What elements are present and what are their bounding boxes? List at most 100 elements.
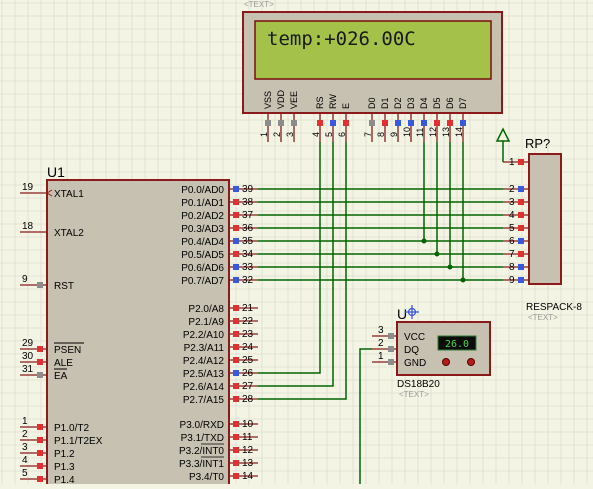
mcu-right-pins: 39 P0.0/AD0 38 P0.1/AD1 37 P0.2/AD2 36 P0.3/AD3… xyxy=(179,184,258,483)
mcu-pin-state xyxy=(37,476,43,482)
wire-lcd-rw xyxy=(258,142,334,387)
mcu-pin-number: 10 xyxy=(242,419,254,430)
lcd-pin-number: 9 xyxy=(389,132,399,137)
mcu-pin-name: EA xyxy=(54,371,68,382)
lcd-pin-state xyxy=(291,120,297,126)
mcu-pin-state xyxy=(37,346,43,352)
junction-dot xyxy=(447,264,453,270)
mcu-pin-number: 23 xyxy=(242,329,254,340)
mcu-pin-number: 19 xyxy=(22,182,34,193)
sensor-pin-number: 1 xyxy=(378,351,384,362)
wire-lcd-rs xyxy=(258,142,321,374)
mcu-pin-state xyxy=(233,225,239,231)
mcu-pin-name: P2.3/A11 xyxy=(184,343,225,354)
mcu-pin-name: P0.0/AD0 xyxy=(181,185,224,196)
mcu-pin-state xyxy=(233,186,239,192)
respack-pin-number: 7 xyxy=(509,249,515,260)
sensor-increase-button[interactable] xyxy=(467,358,475,366)
lcd-pin-number: 4 xyxy=(311,132,321,137)
mcu-pin-name: P3.4/T0 xyxy=(189,472,224,483)
mcu-pin-state xyxy=(37,424,43,430)
schematic-canvas[interactable]: <TEXT> temp:+026.00C VSS 1 VDD 2 VEE 3 RS 4 RW 5 E… xyxy=(0,0,593,489)
mcu-pin-state xyxy=(233,305,239,311)
lcd-pin-state xyxy=(382,120,388,126)
schematic-svg[interactable]: <TEXT> temp:+026.00C VSS 1 VDD 2 VEE 3 RS 4 RW 5 E… xyxy=(0,0,593,489)
respack-pin-state xyxy=(518,199,524,205)
mcu-pin-name: P0.6/AD6 xyxy=(181,263,224,274)
respack-pin-number: 3 xyxy=(509,197,515,208)
mcu-pin-name: P2.2/A10 xyxy=(183,330,225,341)
mcu-pin-name: XTAL1 xyxy=(54,189,84,200)
sensor-pin-state xyxy=(388,346,394,352)
mcu-pin-name: P1.3 xyxy=(54,462,75,473)
power-arrow-icon xyxy=(495,127,511,142)
lcd-pin-state xyxy=(460,120,466,126)
junction-dot xyxy=(434,251,440,257)
respack[interactable]: RP? 1 2 3 4 5 6 7 8 9 RESPACK-8 <TEXT> xyxy=(503,136,582,322)
mcu-pin-state xyxy=(233,251,239,257)
respack-pin-number: 1 xyxy=(509,157,515,168)
respack-body xyxy=(528,153,562,285)
mcu-pin-name: P2.1/A9 xyxy=(188,317,224,328)
mcu-pin-state xyxy=(233,212,239,218)
lcd-pin-name: D7 xyxy=(458,97,468,109)
mcu-8051[interactable]: U1 19 XTAL1 18 XTAL2 9 RST 29 PSEN 30 ALE 31 EA 1 P1.… xyxy=(20,164,258,489)
mcu-pin-number: 39 xyxy=(242,184,254,195)
respack-pin-number: 4 xyxy=(509,210,515,221)
mcu-pin-number: 3 xyxy=(22,442,28,453)
respack-pin-state xyxy=(518,251,524,257)
mcu-pin-state xyxy=(233,421,239,427)
sensor-pin-number: 2 xyxy=(378,338,384,349)
sensor-decrease-button[interactable] xyxy=(442,358,450,366)
mcu-pin-number: 29 xyxy=(22,338,34,349)
mcu-pin-state xyxy=(233,357,239,363)
mcu-pin-number: 26 xyxy=(242,368,254,379)
mcu-pin-name: PSEN xyxy=(54,345,81,356)
respack-pin-number: 6 xyxy=(509,236,515,247)
sensor-pin-name: VCC xyxy=(404,332,425,343)
junction-dot xyxy=(460,277,466,283)
mcu-pin-number: 25 xyxy=(242,355,254,366)
lcd-pin-state xyxy=(330,120,336,126)
mcu-pin-state xyxy=(37,463,43,469)
mcu-pin-state xyxy=(233,383,239,389)
lcd-pin-number: 1 xyxy=(259,132,269,137)
mcu-pin-state xyxy=(233,447,239,453)
mcu-pin-name: P2.0/A8 xyxy=(188,304,224,315)
mcu-pin-name: RST xyxy=(54,281,74,292)
junction-dot xyxy=(421,238,427,244)
mcu-pin-number: 21 xyxy=(242,303,254,314)
mcu-pin-number: 24 xyxy=(242,342,254,353)
lcd-pin-state xyxy=(343,120,349,126)
lcd-pin-state xyxy=(317,120,323,126)
lcd-module[interactable]: <TEXT> temp:+026.00C VSS 1 VDD 2 VEE 3 RS 4 RW 5 E… xyxy=(242,0,503,142)
mcu-pin-state xyxy=(233,264,239,270)
mcu-pin-number: 13 xyxy=(242,458,254,469)
mcu-pin-state xyxy=(37,282,43,288)
mcu-pin-number: 34 xyxy=(242,249,254,260)
lcd-pin-number: 13 xyxy=(441,127,451,137)
mcu-pin-number: 14 xyxy=(242,471,254,482)
sensor-pin-name: GND xyxy=(404,358,426,369)
lcd-pin-name: D1 xyxy=(380,97,390,109)
mcu-pin-state xyxy=(233,344,239,350)
mcu-pin-number: 4 xyxy=(22,455,28,466)
lcd-pin-name: RS xyxy=(315,96,325,109)
mcu-pin-name: P0.3/AD3 xyxy=(181,224,224,235)
respack-pin-state xyxy=(518,277,524,283)
respack-pin-number: 2 xyxy=(509,184,515,195)
mcu-pin-name: P0.7/AD7 xyxy=(181,276,224,287)
respack-pin-number: 5 xyxy=(509,223,515,234)
lcd-pin-state xyxy=(447,120,453,126)
respack-pin-state xyxy=(518,212,524,218)
mcu-pin-number: 28 xyxy=(242,394,254,405)
sensor-pin-state xyxy=(388,333,394,339)
lcd-pin-name: D0 xyxy=(367,97,377,109)
lcd-pin-state xyxy=(395,120,401,126)
mcu-pin-name: P3.2/INT0 xyxy=(179,446,224,457)
lcd-pin-state xyxy=(408,120,414,126)
mcu-pin-name: P2.7/A15 xyxy=(183,395,225,406)
mcu-pin-state xyxy=(233,473,239,479)
mcu-pin-state xyxy=(233,434,239,440)
mcu-pin-name: P1.2 xyxy=(54,449,75,460)
